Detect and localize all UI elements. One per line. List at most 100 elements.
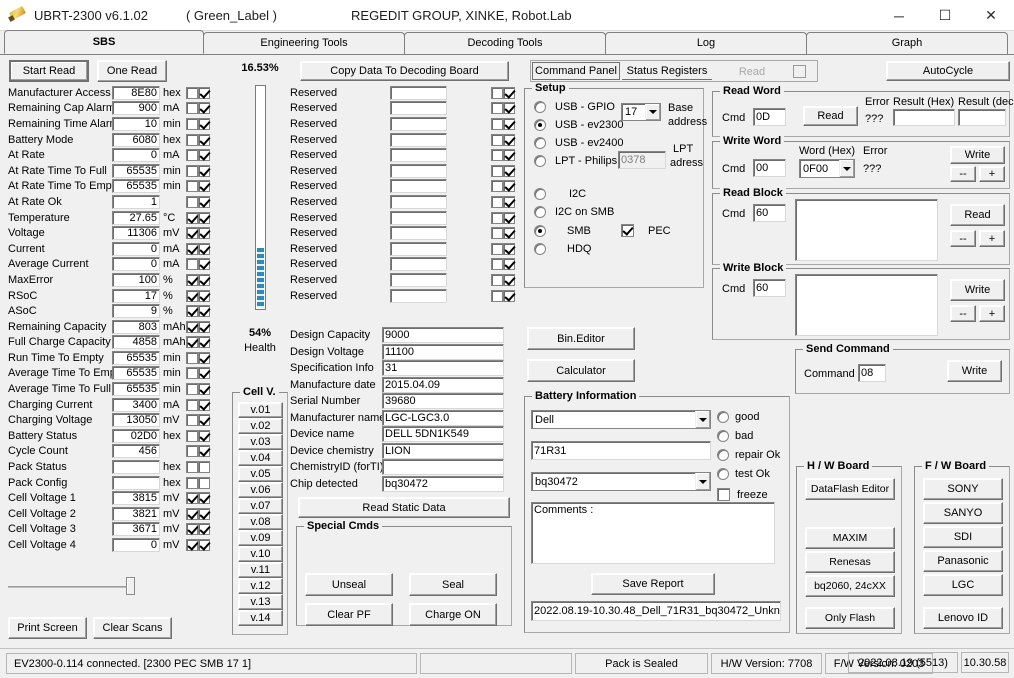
sbs-row-checkbox-graph[interactable] (186, 414, 198, 427)
sbs-row-checkbox-graph[interactable] (186, 86, 198, 99)
cell-voltage-button[interactable]: v.08 (238, 514, 283, 530)
sbs-row-value-field[interactable]: 0 (112, 538, 160, 553)
bin-editor-button[interactable]: Bin.Editor (527, 327, 635, 350)
sbs-row-checkbox-graph[interactable] (186, 164, 198, 177)
sbs-row-checkbox-graph[interactable] (186, 336, 198, 349)
close-button[interactable]: ✕ (968, 0, 1014, 31)
sbs-row-value-field[interactable]: 65535 (112, 350, 160, 365)
read-block-plus-button[interactable]: + (979, 230, 1005, 247)
sbs-row-value-field[interactable]: 0 (112, 241, 160, 256)
reserved-row-checkbox-graph[interactable] (491, 164, 503, 177)
autocycle-button[interactable]: AutoCycle (886, 61, 1010, 81)
tab-sbs[interactable]: SBS (4, 30, 204, 54)
static-data-value-field[interactable]: bq30472 (382, 475, 504, 492)
sbs-row-value-field[interactable]: 8E80 (112, 85, 160, 100)
radio-state-bad[interactable] (717, 430, 729, 442)
tab-graph[interactable]: Graph (806, 32, 1008, 54)
battery-model-field[interactable]: 71R31 (531, 441, 711, 460)
sbs-row-checkbox-graph[interactable] (186, 227, 198, 240)
reserved-row-checkbox-graph[interactable] (491, 133, 503, 146)
lpt-address-field[interactable]: 0378 (618, 151, 666, 169)
write-word-write-button[interactable]: Write (950, 146, 1005, 164)
tab-command-panel[interactable]: Command Panel (532, 62, 620, 80)
sbs-row-checkbox-read[interactable] (198, 195, 210, 208)
sbs-row-checkbox-read[interactable] (198, 211, 210, 224)
radio-usb-gpio[interactable] (534, 101, 546, 113)
write-block-cmd-field[interactable]: 60 (753, 279, 786, 297)
radio-smb[interactable] (534, 225, 546, 237)
reserved-row-checkbox-graph[interactable] (491, 117, 503, 130)
reserved-row-checkbox-read[interactable] (503, 86, 515, 99)
maximize-button[interactable]: ☐ (922, 0, 968, 31)
reserved-row-checkbox-read[interactable] (503, 227, 515, 240)
read-block-cmd-field[interactable]: 60 (753, 204, 786, 222)
sbs-row-checkbox-read[interactable] (198, 492, 210, 505)
sbs-row-checkbox-graph[interactable] (186, 289, 198, 302)
sbs-row-checkbox-graph[interactable] (186, 102, 198, 115)
sbs-row-checkbox-graph[interactable] (186, 149, 198, 162)
reserved-row-value-field[interactable] (390, 257, 447, 272)
tab-engineering-tools[interactable]: Engineering Tools (203, 32, 405, 54)
fw-board-button[interactable]: SDI (923, 526, 1003, 548)
sbs-row-checkbox-read[interactable] (198, 102, 210, 115)
reserved-row-checkbox-read[interactable] (503, 180, 515, 193)
one-read-button[interactable]: One Read (97, 60, 167, 82)
reserved-row-checkbox-read[interactable] (503, 149, 515, 162)
chevron-down-icon[interactable] (645, 104, 660, 120)
sbs-row-checkbox-graph[interactable] (186, 507, 198, 520)
sbs-row-checkbox-graph[interactable] (186, 398, 198, 411)
sbs-row-value-field[interactable] (112, 460, 160, 475)
charge-on-button[interactable]: Charge ON (409, 603, 497, 626)
static-data-value-field[interactable]: 9000 (382, 327, 504, 344)
write-block-write-button[interactable]: Write (950, 279, 1005, 301)
write-word-plus-button[interactable]: + (979, 166, 1005, 182)
sbs-row-value-field[interactable]: 0 (112, 257, 160, 272)
hw-board-button[interactable]: Renesas (805, 551, 895, 573)
tab-decoding-tools[interactable]: Decoding Tools (404, 32, 606, 54)
reserved-row-checkbox-graph[interactable] (491, 273, 503, 286)
reserved-row-checkbox-graph[interactable] (491, 227, 503, 240)
reserved-row-value-field[interactable] (390, 116, 447, 131)
sbs-row-value-field[interactable]: 27.65 (112, 210, 160, 225)
comments-textarea[interactable]: Comments : (531, 502, 775, 564)
write-block-plus-button[interactable]: + (979, 305, 1005, 322)
reserved-row-checkbox-graph[interactable] (491, 195, 503, 208)
sbs-row-checkbox-read[interactable] (198, 258, 210, 271)
sbs-row-checkbox-read[interactable] (198, 273, 210, 286)
cell-voltage-button[interactable]: v.13 (238, 594, 283, 610)
sbs-row-checkbox-graph[interactable] (186, 445, 198, 458)
sbs-row-checkbox-graph[interactable] (186, 133, 198, 146)
copy-data-to-decoding-board-button[interactable]: Copy Data To Decoding Board (300, 61, 509, 81)
calculator-button[interactable]: Calculator (527, 359, 635, 382)
write-word-minus-button[interactable]: -- (950, 166, 976, 182)
pec-checkbox[interactable] (621, 224, 634, 237)
write-block-minus-button[interactable]: -- (950, 305, 976, 322)
sbs-row-checkbox-graph[interactable] (186, 273, 198, 286)
sbs-row-checkbox-graph[interactable] (186, 461, 198, 474)
reserved-row-checkbox-read[interactable] (503, 164, 515, 177)
sbs-row-checkbox-read[interactable] (198, 445, 210, 458)
hw-board-button[interactable]: DataFlash Editor (805, 478, 895, 500)
cell-voltage-button[interactable]: v.01 (238, 402, 283, 418)
reserved-row-checkbox-read[interactable] (503, 242, 515, 255)
chevron-down-icon[interactable] (695, 473, 710, 490)
reserved-row-checkbox-read[interactable] (503, 133, 515, 146)
radio-usb-ev2400[interactable] (534, 137, 546, 149)
reserved-row-value-field[interactable] (390, 101, 447, 116)
reserved-row-checkbox-graph[interactable] (491, 102, 503, 115)
sbs-row-checkbox-read[interactable] (198, 539, 210, 552)
sbs-row-checkbox-read[interactable] (198, 523, 210, 536)
sbs-row-value-field[interactable]: 65535 (112, 382, 160, 397)
static-data-value-field[interactable]: LION (382, 442, 504, 459)
sbs-row-checkbox-read[interactable] (198, 133, 210, 146)
sbs-row-value-field[interactable]: 1 (112, 194, 160, 209)
sbs-row-value-field[interactable]: 9 (112, 304, 160, 319)
hw-board-button[interactable]: Only Flash (805, 607, 895, 629)
radio-state-test-ok[interactable] (717, 468, 729, 480)
sbs-row-checkbox-graph[interactable] (186, 211, 198, 224)
reserved-row-checkbox-read[interactable] (503, 117, 515, 130)
radio-state-good[interactable] (717, 411, 729, 423)
static-data-value-field[interactable]: 39680 (382, 393, 504, 410)
reserved-row-checkbox-graph[interactable] (491, 86, 503, 99)
sbs-row-value-field[interactable]: 65535 (112, 163, 160, 178)
